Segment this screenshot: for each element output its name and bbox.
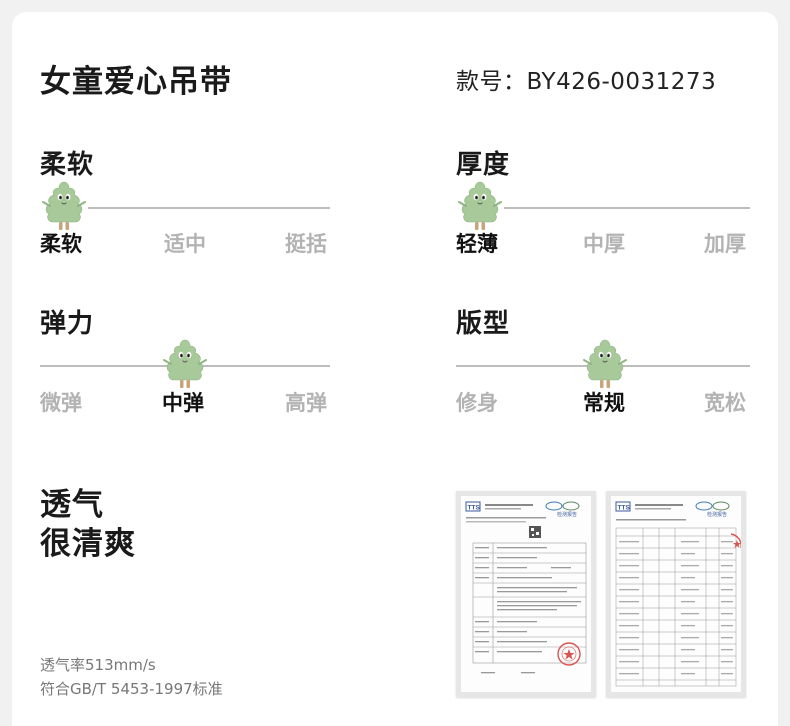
report-logo: TTS <box>618 505 631 512</box>
air-permeability-rate: 透气率513mm/s <box>40 656 156 674</box>
product-info-card: 女童爱心吊带 款号：BY426-0031273 柔软 柔软 适中 挺括 厚度 轻… <box>12 12 778 726</box>
scale-line <box>504 207 750 209</box>
attribute-title: 柔软 <box>40 150 95 180</box>
option-loose: 宽松 <box>704 391 746 415</box>
option-regular: 常规 <box>583 391 625 415</box>
attribute-title: 版型 <box>456 309 511 339</box>
tree-mascot-icon <box>457 180 503 232</box>
scale-line <box>88 207 330 209</box>
report-document: TTS 检测报告 <box>465 501 587 674</box>
test-report-page-1: TTS 检测报告 <box>456 491 596 697</box>
report-document: TTS 检测报告 <box>615 501 742 687</box>
report-logo: TTS <box>468 505 481 512</box>
breathable-heading: 透气 很清爽 <box>40 486 136 564</box>
option-medium: 适中 <box>164 232 206 256</box>
tree-mascot-icon <box>582 338 628 390</box>
qr-code-icon <box>529 526 541 538</box>
standard-note: 符合GB/T 5453-1997标准 <box>40 680 223 698</box>
option-thick: 加厚 <box>704 232 746 256</box>
option-slight-stretch: 微弹 <box>40 391 82 415</box>
report-heading: 检测报告 <box>557 511 577 518</box>
breathable-line-2: 很清爽 <box>40 526 136 562</box>
option-slim: 修身 <box>456 391 498 415</box>
report-heading: 检测报告 <box>707 511 727 518</box>
breathable-line-1: 透气 <box>40 487 104 523</box>
option-soft: 柔软 <box>40 232 82 256</box>
option-stiff: 挺括 <box>285 232 327 256</box>
product-code: 款号：BY426-0031273 <box>456 69 717 95</box>
attribute-title: 弹力 <box>40 309 95 339</box>
option-thin: 轻薄 <box>456 232 498 256</box>
option-high-stretch: 高弹 <box>285 391 327 415</box>
product-title: 女童爱心吊带 <box>40 64 232 100</box>
test-report-page-2: TTS 检测报告 <box>606 491 746 697</box>
option-medium-thick: 中厚 <box>583 232 625 256</box>
attribute-title: 厚度 <box>456 150 511 180</box>
tree-mascot-icon <box>162 338 208 390</box>
option-medium-stretch: 中弹 <box>162 391 204 415</box>
tree-mascot-icon <box>41 180 87 232</box>
